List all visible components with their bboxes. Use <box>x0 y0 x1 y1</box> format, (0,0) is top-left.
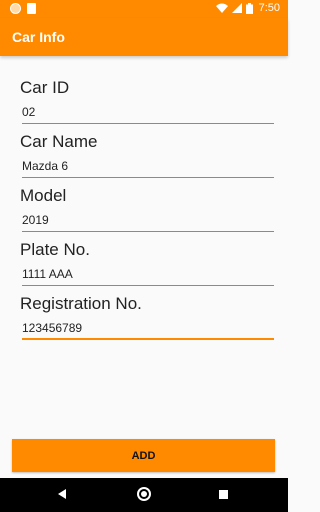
car-name-label: Car Name <box>20 132 98 151</box>
wifi-icon <box>215 3 228 13</box>
sd-card-icon <box>27 3 36 14</box>
signal-icon <box>231 3 242 13</box>
plate-no-label: Plate No. <box>20 240 90 259</box>
car-id-label: Car ID <box>20 78 70 97</box>
plate-no-input[interactable] <box>22 266 274 286</box>
battery-icon <box>245 2 253 14</box>
add-button[interactable]: ADD <box>12 439 275 472</box>
back-icon[interactable] <box>58 489 66 499</box>
notification-dot-icon <box>10 3 21 14</box>
navigation-bar <box>0 478 288 512</box>
recent-apps-icon[interactable] <box>219 490 228 499</box>
car-name-input[interactable] <box>22 158 274 178</box>
status-time: 7:50 <box>258 2 280 14</box>
app-bar: Car Info <box>0 18 288 56</box>
registration-no-label: Registration No. <box>20 294 142 313</box>
model-label: Model <box>20 186 67 205</box>
car-id-input[interactable] <box>22 104 274 124</box>
model-input[interactable] <box>22 212 274 232</box>
status-bar: 7:50 <box>0 0 288 18</box>
page-title: Car Info <box>12 29 65 45</box>
registration-no-input[interactable] <box>22 320 274 340</box>
home-icon[interactable] <box>137 487 151 501</box>
